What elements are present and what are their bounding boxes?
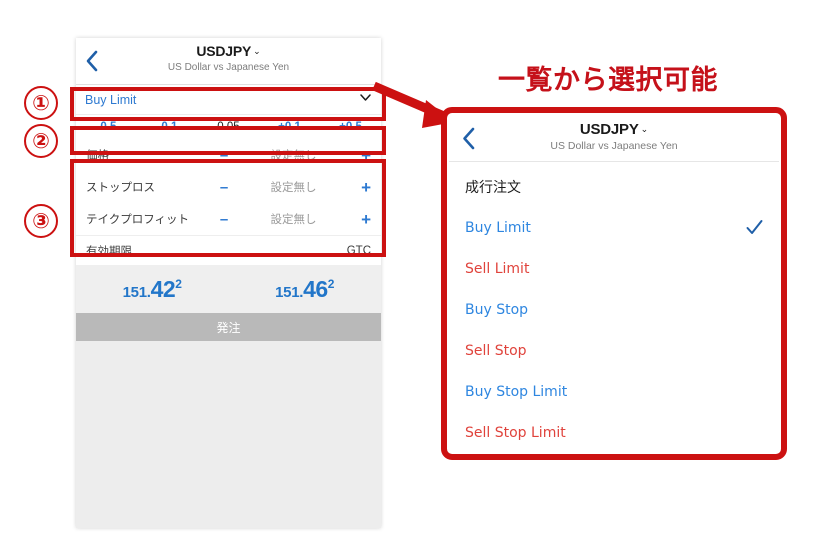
expiry-row[interactable]: 有効期限 GTC (76, 235, 381, 265)
symbol-caret-icon: ⌄ (253, 46, 261, 56)
bid-price-pipette: 2 (175, 277, 182, 292)
ask-price-integer: 151. (275, 283, 304, 301)
param-increment-stop-loss[interactable]: + (345, 179, 371, 196)
step-marker-3: ③ (24, 204, 58, 238)
expiry-value: GTC (346, 244, 371, 257)
order-type-list-screen: USDJPY ⌄ US Dollar vs Japanese Yen 成行注文 B… (449, 115, 779, 452)
ask-price-pipette: 2 (327, 277, 335, 292)
volume-step-bar: -0.5 -0.1 0.05 +0.1 +0.5 (76, 114, 381, 139)
list-screen-title-block[interactable]: USDJPY ⌄ US Dollar vs Japanese Yen (449, 115, 779, 152)
order-type-options: 成行注文 Buy Limit Sell Limit Buy Stop Sell … (449, 162, 779, 452)
expiry-label: 有効期限 (86, 243, 132, 258)
order-type-option-sell-limit[interactable]: Sell Limit (449, 248, 779, 289)
ask-price-major: 46 (303, 275, 328, 302)
param-increment-price[interactable]: + (345, 147, 371, 164)
quote-row: 151.422 151.462 (76, 265, 381, 313)
option-label: Sell Limit (465, 260, 530, 277)
symbol-subtitle: US Dollar vs Japanese Yen (167, 62, 290, 73)
param-decrement-take-profit[interactable]: – (206, 212, 242, 227)
symbol-caret-icon: ⌄ (640, 124, 649, 134)
order-type-option-sell-stop[interactable]: Sell Stop (449, 330, 779, 371)
option-label: Sell Stop (465, 342, 527, 359)
symbol-subtitle: US Dollar vs Japanese Yen (550, 140, 678, 152)
param-decrement-price[interactable]: – (206, 148, 242, 163)
step-marker-1: ① (24, 86, 58, 120)
order-entry-screen: USDJPY ⌄ US Dollar vs Japanese Yen Buy Li… (76, 38, 381, 528)
volume-step-minus-01[interactable]: -0.1 (137, 121, 198, 133)
param-label-price: 価格 (86, 148, 109, 162)
option-label: Buy Stop Limit (465, 383, 568, 400)
chevron-down-icon (360, 94, 371, 101)
order-screen-title-block[interactable]: USDJPY ⌄ US Dollar vs Japanese Yen (76, 38, 381, 73)
order-type-option-buy-limit[interactable]: Buy Limit (449, 207, 779, 248)
ask-price[interactable]: 151.462 (229, 276, 382, 303)
annotation-title: 一覧から選択可能 (498, 65, 718, 96)
option-label: 成行注文 (465, 179, 521, 196)
param-row-stop-loss: ストップロス – 設定無し + (76, 171, 381, 203)
volume-current-value[interactable]: 0.05 (198, 121, 259, 133)
bid-price-integer: 151. (122, 283, 151, 301)
param-value-stop-loss[interactable]: 設定無し (242, 179, 345, 195)
bid-price[interactable]: 151.422 (76, 276, 229, 303)
volume-step-minus-05[interactable]: -0.5 (76, 121, 137, 133)
submit-order-button[interactable]: 発注 (76, 313, 381, 341)
param-row-price: 価格 – 設定無し + (76, 139, 381, 171)
symbol-title: USDJPY (196, 43, 252, 59)
order-screen-nav-bar: USDJPY ⌄ US Dollar vs Japanese Yen (76, 38, 381, 85)
order-type-option-buy-stop[interactable]: Buy Stop (449, 289, 779, 330)
symbol-title: USDJPY (579, 121, 639, 138)
order-type-option-sell-stop-limit[interactable]: Sell Stop Limit (449, 412, 779, 452)
order-type-option-market[interactable]: 成行注文 (449, 166, 779, 207)
param-value-take-profit[interactable]: 設定無し (242, 211, 345, 227)
param-decrement-stop-loss[interactable]: – (206, 180, 242, 195)
param-value-price[interactable]: 設定無し (242, 147, 345, 163)
step-marker-2: ② (24, 124, 58, 158)
back-chevron-icon[interactable] (461, 127, 475, 150)
option-label: Buy Stop (465, 301, 529, 318)
param-increment-take-profit[interactable]: + (345, 211, 371, 228)
order-type-select[interactable]: Buy Limit (76, 85, 381, 114)
param-label-stop-loss: ストップロス (86, 180, 155, 194)
param-row-take-profit: テイクプロフィット – 設定無し + (76, 203, 381, 235)
order-type-list-highlight: USDJPY ⌄ US Dollar vs Japanese Yen 成行注文 B… (441, 107, 787, 460)
option-label: Buy Limit (465, 219, 531, 236)
param-label-take-profit: テイクプロフィット (86, 212, 190, 226)
list-screen-nav-bar: USDJPY ⌄ US Dollar vs Japanese Yen (449, 115, 779, 162)
option-label: Sell Stop Limit (465, 424, 566, 441)
bid-price-major: 42 (150, 275, 176, 302)
order-type-value: Buy Limit (85, 92, 137, 107)
order-type-option-buy-stop-limit[interactable]: Buy Stop Limit (449, 371, 779, 412)
back-chevron-icon[interactable] (85, 50, 98, 72)
order-parameter-list: 価格 – 設定無し + ストップロス – 設定無し + テイクプロフィット – … (76, 139, 381, 235)
check-icon (746, 220, 763, 234)
volume-step-plus-01[interactable]: +0.1 (259, 121, 320, 133)
